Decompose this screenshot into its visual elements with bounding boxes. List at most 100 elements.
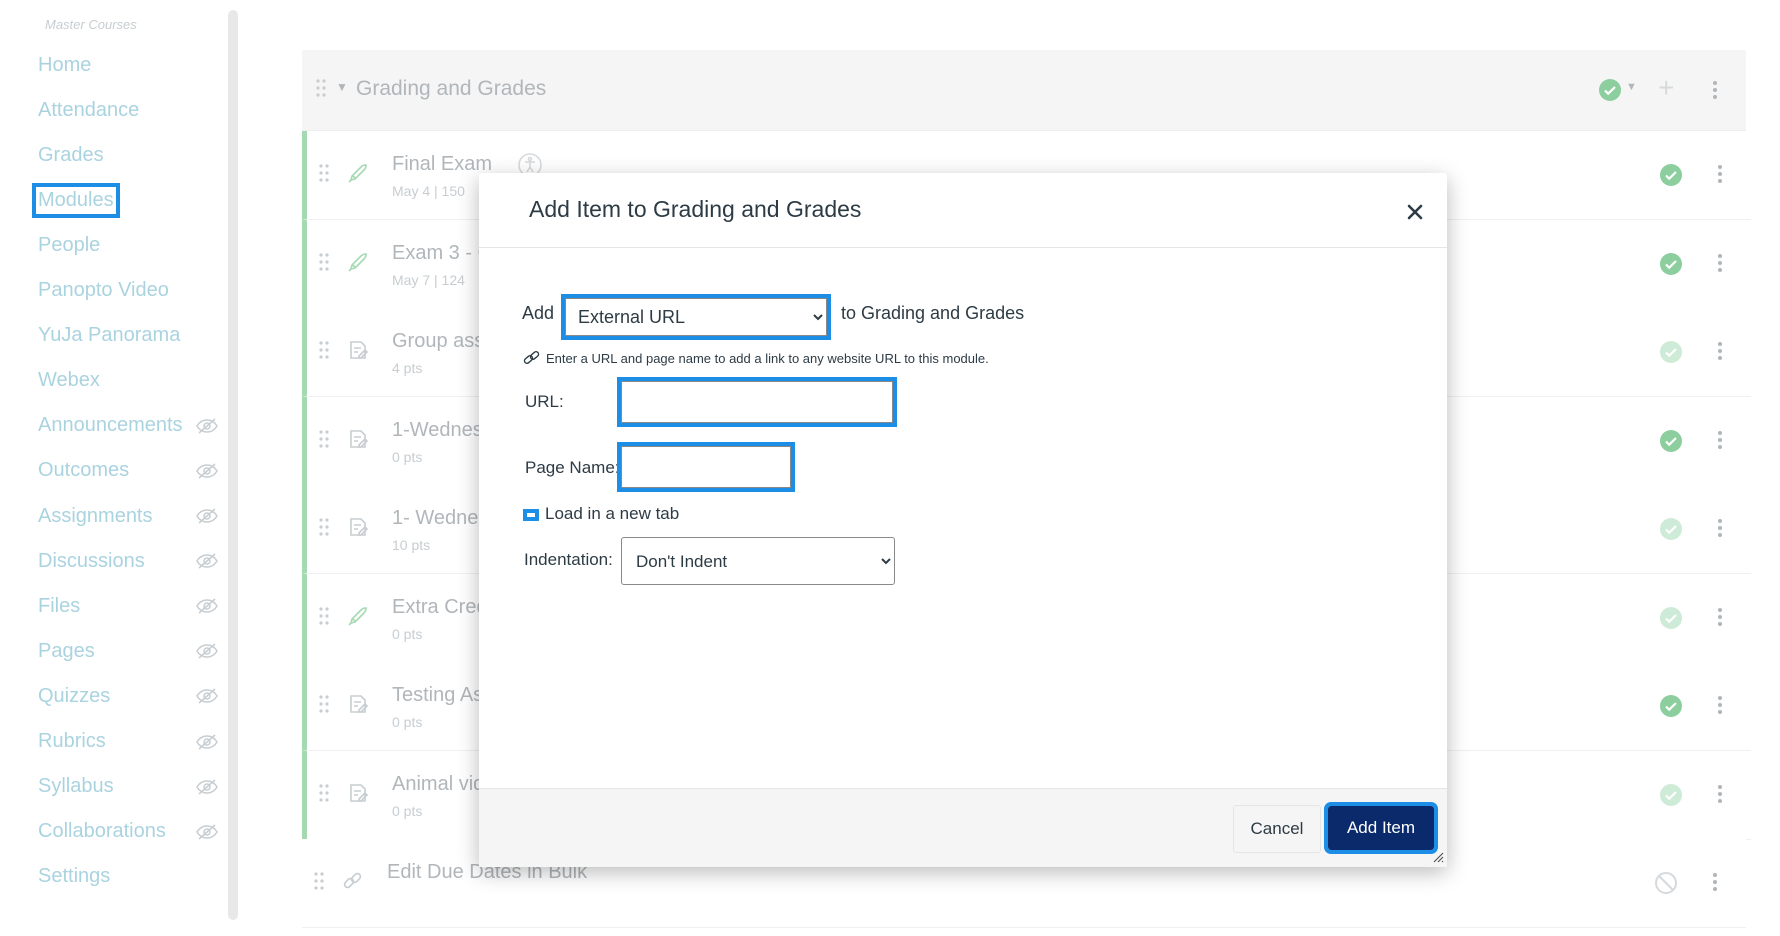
module-item-details: 0 pts xyxy=(392,802,423,819)
item-options-kebab-icon[interactable] xyxy=(1717,341,1723,366)
sidebar-item-modules[interactable]: Modules xyxy=(32,182,218,218)
item-options-kebab-icon[interactable] xyxy=(1717,430,1723,455)
item-options-kebab-icon[interactable] xyxy=(1717,695,1723,720)
drag-handle-icon[interactable] xyxy=(316,78,326,98)
collapse-caret-icon[interactable]: ▼ xyxy=(336,80,348,94)
module-item-details: May 4 | 150 xyxy=(392,183,465,199)
sidebar-item-outcomes[interactable]: Outcomes xyxy=(38,454,218,488)
sidebar-item-announcements[interactable]: Announcements xyxy=(38,409,218,443)
add-item-button[interactable]: Add Item xyxy=(1324,802,1438,854)
drag-handle-icon[interactable] xyxy=(319,252,329,277)
assignment-icon xyxy=(347,782,369,809)
sidebar-item-attendance[interactable]: Attendance xyxy=(38,93,218,127)
link-icon xyxy=(523,351,540,364)
page-name-label: Page Name: xyxy=(525,458,620,477)
sidebar-item-label: Announcements xyxy=(38,414,183,437)
drag-handle-icon[interactable] xyxy=(319,429,329,454)
module-title: Grading and Grades xyxy=(356,77,547,100)
sidebar-item-people[interactable]: People xyxy=(38,228,218,262)
sidebar-item-collaborations[interactable]: Collaborations xyxy=(38,815,218,849)
published-check-icon[interactable] xyxy=(1659,606,1683,635)
sidebar-item-files[interactable]: Files xyxy=(38,589,218,623)
published-check-icon[interactable] xyxy=(1659,163,1683,192)
hidden-eye-icon xyxy=(196,597,218,615)
new-tab-checkbox[interactable] xyxy=(523,509,539,521)
sidebar-item-label: Settings xyxy=(38,865,111,888)
module-item-title[interactable]: Testing As xyxy=(392,684,483,707)
add-item-plus-icon[interactable]: + xyxy=(1658,72,1674,104)
module-item-title[interactable]: Extra Cred xyxy=(392,596,488,619)
cancel-button[interactable]: Cancel xyxy=(1233,805,1321,853)
published-check-icon[interactable] xyxy=(1659,252,1683,281)
hidden-eye-icon xyxy=(196,642,218,660)
module-item-title[interactable]: 1-Wednes xyxy=(392,419,483,442)
new-tab-label[interactable]: Load in a new tab xyxy=(545,504,679,524)
published-check-icon[interactable] xyxy=(1598,78,1622,102)
sidebar-item-rubrics[interactable]: Rubrics xyxy=(38,725,218,759)
sidebar-item-label: Files xyxy=(38,594,81,617)
drag-handle-icon[interactable] xyxy=(319,783,329,808)
module-item-title[interactable]: 1- Wednes xyxy=(392,507,488,530)
sidebar-item-pages[interactable]: Pages xyxy=(38,634,218,668)
item-type-select[interactable]: External URL xyxy=(561,294,831,340)
hidden-eye-icon xyxy=(196,733,218,751)
drag-handle-icon[interactable] xyxy=(319,606,329,631)
sidebar-item-label: Quizzes xyxy=(38,684,111,707)
page-name-input[interactable] xyxy=(617,442,795,492)
sidebar-item-home[interactable]: Home xyxy=(38,48,218,82)
item-options-kebab-icon[interactable] xyxy=(1717,784,1723,809)
sidebar-item-discussions[interactable]: Discussions xyxy=(38,544,218,578)
published-check-icon[interactable] xyxy=(1659,429,1683,458)
hidden-eye-icon xyxy=(196,507,218,525)
sidebar-item-label: Rubrics xyxy=(38,730,106,752)
sidebar-item-panopto-video[interactable]: Panopto Video xyxy=(38,274,218,308)
unpublished-icon[interactable] xyxy=(1654,871,1678,900)
url-input[interactable] xyxy=(617,377,897,427)
item-options-kebab-icon[interactable] xyxy=(1717,164,1723,189)
assignment-icon xyxy=(347,693,369,720)
published-check-icon[interactable] xyxy=(1659,694,1683,723)
sidebar-item-settings[interactable]: Settings xyxy=(38,860,218,894)
sidebar-item-label: Webex xyxy=(38,369,100,392)
drag-handle-icon[interactable] xyxy=(314,871,324,896)
breadcrumb[interactable]: Master Courses xyxy=(45,17,137,32)
drag-handle-icon[interactable] xyxy=(319,163,329,188)
hidden-eye-icon xyxy=(196,778,218,796)
sidebar-item-assignments[interactable]: Assignments xyxy=(38,499,218,533)
publish-menu-caret-icon[interactable]: ▼ xyxy=(1626,81,1637,93)
sidebar-item-yuja-panorama[interactable]: YuJa Panorama xyxy=(38,319,218,353)
sidebar-item-grades[interactable]: Grades xyxy=(38,138,218,172)
module-item-title[interactable]: Final Exam xyxy=(392,153,492,176)
module-options-kebab-icon[interactable] xyxy=(1712,80,1718,100)
indentation-select[interactable]: Don't Indent xyxy=(621,537,895,585)
add-item-dialog: Add Item to Grading and Grades Add Exter… xyxy=(479,173,1447,867)
module-item-details: 10 pts xyxy=(392,537,431,553)
item-options-kebab-icon[interactable] xyxy=(1717,607,1723,632)
sidebar-item-syllabus[interactable]: Syllabus xyxy=(38,770,218,804)
sidebar-item-label: Pages xyxy=(38,639,95,662)
hidden-eye-icon xyxy=(196,552,218,570)
module-item-details: 0 pts xyxy=(392,625,423,642)
drag-handle-icon[interactable] xyxy=(319,694,329,719)
published-check-icon[interactable] xyxy=(1659,340,1683,369)
sidebar-item-webex[interactable]: Webex xyxy=(38,364,218,398)
resize-handle-icon[interactable] xyxy=(1432,851,1444,863)
assignment-icon xyxy=(347,428,369,455)
drag-handle-icon[interactable] xyxy=(319,517,329,542)
published-check-icon[interactable] xyxy=(1659,517,1683,546)
indentation-label: Indentation: xyxy=(524,550,613,569)
item-options-kebab-icon[interactable] xyxy=(1712,872,1718,897)
module-item-title[interactable]: Animal vid xyxy=(392,773,484,796)
drag-handle-icon[interactable] xyxy=(319,340,329,365)
close-icon[interactable] xyxy=(1403,200,1427,224)
sidebar-scrollbar[interactable] xyxy=(228,10,238,920)
module-item-title[interactable]: Group assi xyxy=(392,330,489,353)
module-item-title[interactable]: Exam 3 - C xyxy=(392,242,492,265)
sidebar-item-quizzes[interactable]: Quizzes xyxy=(38,679,218,713)
item-options-kebab-icon[interactable] xyxy=(1717,518,1723,543)
item-options-kebab-icon[interactable] xyxy=(1717,253,1723,278)
published-check-icon[interactable] xyxy=(1659,783,1683,812)
course-sidebar: Master Courses Home Attendance Grades Modul… xyxy=(0,0,228,936)
module-header[interactable]: ▼ Grading and Grades ▼ + xyxy=(302,50,1746,131)
url-hint-text: Enter a URL and page name to add a link … xyxy=(546,350,989,366)
